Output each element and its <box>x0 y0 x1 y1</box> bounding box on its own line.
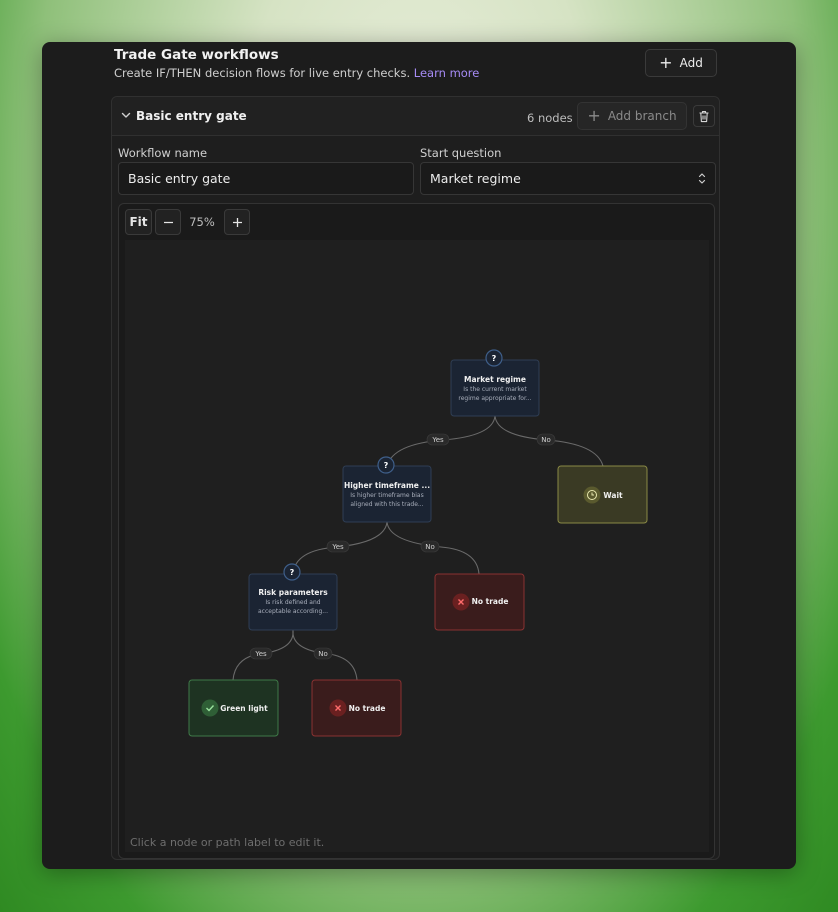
svg-text:Yes: Yes <box>431 436 444 444</box>
canvas-hint: Click a node or path label to edit it. <box>130 836 325 849</box>
plus-icon: + <box>659 53 673 72</box>
svg-text:No: No <box>318 650 328 658</box>
question-icon: ? <box>377 456 395 474</box>
svg-text:?: ? <box>492 354 497 363</box>
page-title: Trade Gate workflows <box>114 47 279 63</box>
svg-text:No: No <box>425 543 435 551</box>
question-icon: ? <box>485 349 503 367</box>
svg-text:Is the current market: Is the current market <box>463 386 527 393</box>
workflows-panel: Trade Gate workflows Create IF/THEN deci… <box>42 42 796 869</box>
svg-text:Market regime: Market regime <box>464 375 526 384</box>
svg-text:aligned with this trade...: aligned with this trade... <box>350 501 423 508</box>
svg-text:No trade: No trade <box>349 704 386 713</box>
workflow-name-value: Basic entry gate <box>128 171 231 186</box>
svg-text:?: ? <box>384 461 389 470</box>
question-icon: ? <box>283 563 301 581</box>
flow-diagram: Yes No Yes No Yes No Market regime Is th… <box>188 349 648 737</box>
node-no-trade[interactable]: No trade <box>434 573 525 631</box>
edge-label-yes[interactable]: Yes <box>426 433 450 446</box>
svg-text:Green light: Green light <box>220 704 268 713</box>
delete-workflow-button[interactable] <box>693 105 715 127</box>
edge-label-yes[interactable]: Yes <box>326 540 350 553</box>
svg-text:acceptable according...: acceptable according... <box>258 608 328 615</box>
start-question-value: Market regime <box>430 171 521 186</box>
add-branch-label: Add branch <box>607 109 677 123</box>
select-arrows-icon <box>698 173 706 184</box>
svg-text:Yes: Yes <box>331 543 344 551</box>
plus-icon <box>232 217 242 227</box>
workflow-card-header[interactable]: Basic entry gate 6 nodes + Add branch <box>112 97 719 136</box>
learn-more-link[interactable]: Learn more <box>414 66 480 80</box>
node-count: 6 nodes <box>527 111 573 125</box>
start-question-select[interactable]: Market regime <box>420 162 716 195</box>
check-icon <box>201 699 219 717</box>
svg-text:regime appropriate for...: regime appropriate for... <box>458 395 531 402</box>
svg-text:Wait: Wait <box>603 491 623 500</box>
edge-label-no[interactable]: No <box>420 540 440 553</box>
node-market-regime[interactable]: Market regime Is the current market regi… <box>450 349 540 417</box>
svg-text:No: No <box>541 436 551 444</box>
edge-label-no[interactable]: No <box>536 433 556 446</box>
flow-canvas: Fit 75% Yes No Yes No Yes No Market regi… <box>118 203 715 859</box>
start-question-label: Start question <box>420 146 502 160</box>
workflow-title: Basic entry gate <box>136 109 247 123</box>
svg-text:?: ? <box>290 568 295 577</box>
svg-text:Risk parameters: Risk parameters <box>258 588 328 597</box>
svg-text:Higher timeframe ...: Higher timeframe ... <box>344 481 430 490</box>
trash-icon <box>699 110 709 122</box>
clock-icon <box>583 486 601 504</box>
zoom-level: 75% <box>189 215 215 229</box>
plus-icon: + <box>587 106 601 125</box>
subtitle-text: Create IF/THEN decision flows for live e… <box>114 66 411 80</box>
canvas-toolbar: Fit 75% <box>119 204 714 240</box>
x-icon <box>329 699 347 717</box>
node-no-trade[interactable]: No trade <box>311 679 402 737</box>
workflow-card: Basic entry gate 6 nodes + Add branch Wo… <box>111 96 720 860</box>
workflow-name-input[interactable]: Basic entry gate <box>118 162 414 195</box>
flow-area[interactable]: Yes No Yes No Yes No Market regime Is th… <box>125 240 709 852</box>
svg-text:Yes: Yes <box>254 650 267 658</box>
svg-text:Is higher timeframe bias: Is higher timeframe bias <box>350 492 423 499</box>
node-green-light[interactable]: Green light <box>188 679 279 737</box>
node-wait[interactable]: Wait <box>557 465 648 524</box>
add-label: Add <box>679 56 703 70</box>
add-workflow-button[interactable]: + Add <box>645 49 717 77</box>
svg-text:No trade: No trade <box>472 597 509 606</box>
edges <box>232 415 604 681</box>
chevron-down-icon[interactable] <box>120 109 132 121</box>
zoom-out-button[interactable] <box>155 209 181 235</box>
zoom-in-button[interactable] <box>224 209 250 235</box>
workflow-name-label: Workflow name <box>118 146 208 160</box>
add-branch-button[interactable]: + Add branch <box>577 102 687 130</box>
page-subtitle: Create IF/THEN decision flows for live e… <box>114 66 479 80</box>
fit-button[interactable]: Fit <box>125 209 152 235</box>
svg-text:Is risk defined and: Is risk defined and <box>265 599 320 606</box>
edge-label-yes[interactable]: Yes <box>249 647 273 660</box>
node-risk-parameters[interactable]: Risk parameters Is risk defined and acce… <box>248 563 338 631</box>
node-higher-timeframe[interactable]: Higher timeframe ... Is higher timeframe… <box>342 456 432 523</box>
minus-icon <box>163 221 173 223</box>
x-icon <box>452 593 470 611</box>
edge-label-no[interactable]: No <box>313 647 333 660</box>
